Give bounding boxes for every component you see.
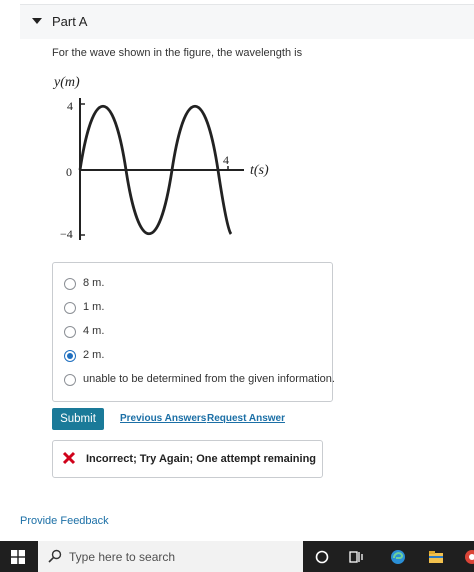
question-text: For the wave shown in the figure, the wa… <box>52 47 303 59</box>
y-tick-4: 4 <box>67 99 73 113</box>
y-axis-label: y(m) <box>52 75 80 90</box>
part-title: Part A <box>52 14 88 29</box>
radio-button[interactable] <box>64 326 76 338</box>
provide-feedback-link[interactable]: Provide Feedback <box>20 515 109 527</box>
search-icon <box>48 549 62 563</box>
submit-button[interactable]: Submit <box>52 408 104 430</box>
windows-start-icon[interactable] <box>11 550 25 564</box>
collapse-caret-icon[interactable] <box>32 18 42 24</box>
previous-answers-link[interactable]: Previous Answers <box>120 413 206 424</box>
taskbar-search-box[interactable]: Type here to search <box>38 541 303 572</box>
radio-button[interactable] <box>64 302 76 314</box>
wave-figure: y(m) 4 0 −4 4 t(s) <box>52 75 269 241</box>
feedback-message: Incorrect; Try Again; One attempt remain… <box>86 453 317 465</box>
radio-button[interactable] <box>64 374 76 386</box>
task-view-icon[interactable] <box>348 549 364 565</box>
file-explorer-icon[interactable] <box>428 549 444 565</box>
x-tick-4: 4 <box>223 153 229 167</box>
y-tick-0: 0 <box>66 165 72 179</box>
taskbar: Type here to search <box>0 541 474 572</box>
search-placeholder: Type here to search <box>69 550 176 564</box>
choice-label: 2 m. <box>83 349 105 361</box>
choice-label: unable to be determined from the given i… <box>83 373 335 385</box>
feedback-box: Incorrect; Try Again; One attempt remain… <box>52 440 323 478</box>
radio-button[interactable] <box>64 278 76 290</box>
chrome-icon[interactable] <box>464 549 474 565</box>
cortana-icon[interactable] <box>314 549 330 565</box>
choice-label: 4 m. <box>83 325 105 337</box>
error-x-icon <box>62 451 76 465</box>
radio-button-selected[interactable] <box>64 350 76 362</box>
choice-label: 8 m. <box>83 277 105 289</box>
x-axis-label: t(s) <box>250 163 269 178</box>
part-header[interactable]: Part A <box>20 4 474 39</box>
edge-browser-icon[interactable] <box>390 549 406 565</box>
choice-label: 1 m. <box>83 301 105 313</box>
y-tick-neg4: −4 <box>60 227 73 241</box>
request-answer-link[interactable]: Request Answer <box>207 413 285 424</box>
answer-choices: 8 m. 1 m. 4 m. 2 m. unable to be determi… <box>52 262 335 402</box>
